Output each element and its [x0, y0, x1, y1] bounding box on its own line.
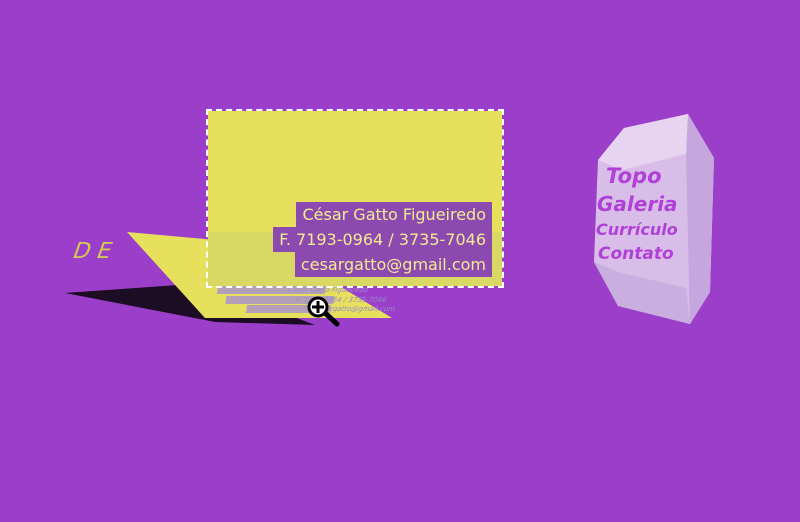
stage: D E E C César Gatto Figueiredo F. 7193-0…: [0, 0, 800, 522]
crystal-shape: [594, 114, 714, 324]
crystal-nav: Topo Galeria Currículo Contato: [592, 112, 718, 326]
nav-topo[interactable]: Topo: [606, 164, 662, 188]
zoom-in-icon[interactable]: [307, 296, 341, 328]
nav-galeria[interactable]: Galeria: [597, 192, 678, 216]
card-email[interactable]: cesargatto@gmail.com: [294, 252, 492, 277]
card-phone: F. 7193-0964 / 3735-7046: [273, 227, 492, 252]
card-name: César Gatto Figueiredo: [296, 202, 492, 227]
svg-text:D E: D E: [69, 239, 116, 264]
nav-contato[interactable]: Contato: [598, 244, 674, 264]
nav-curriculo[interactable]: Currículo: [596, 220, 678, 239]
